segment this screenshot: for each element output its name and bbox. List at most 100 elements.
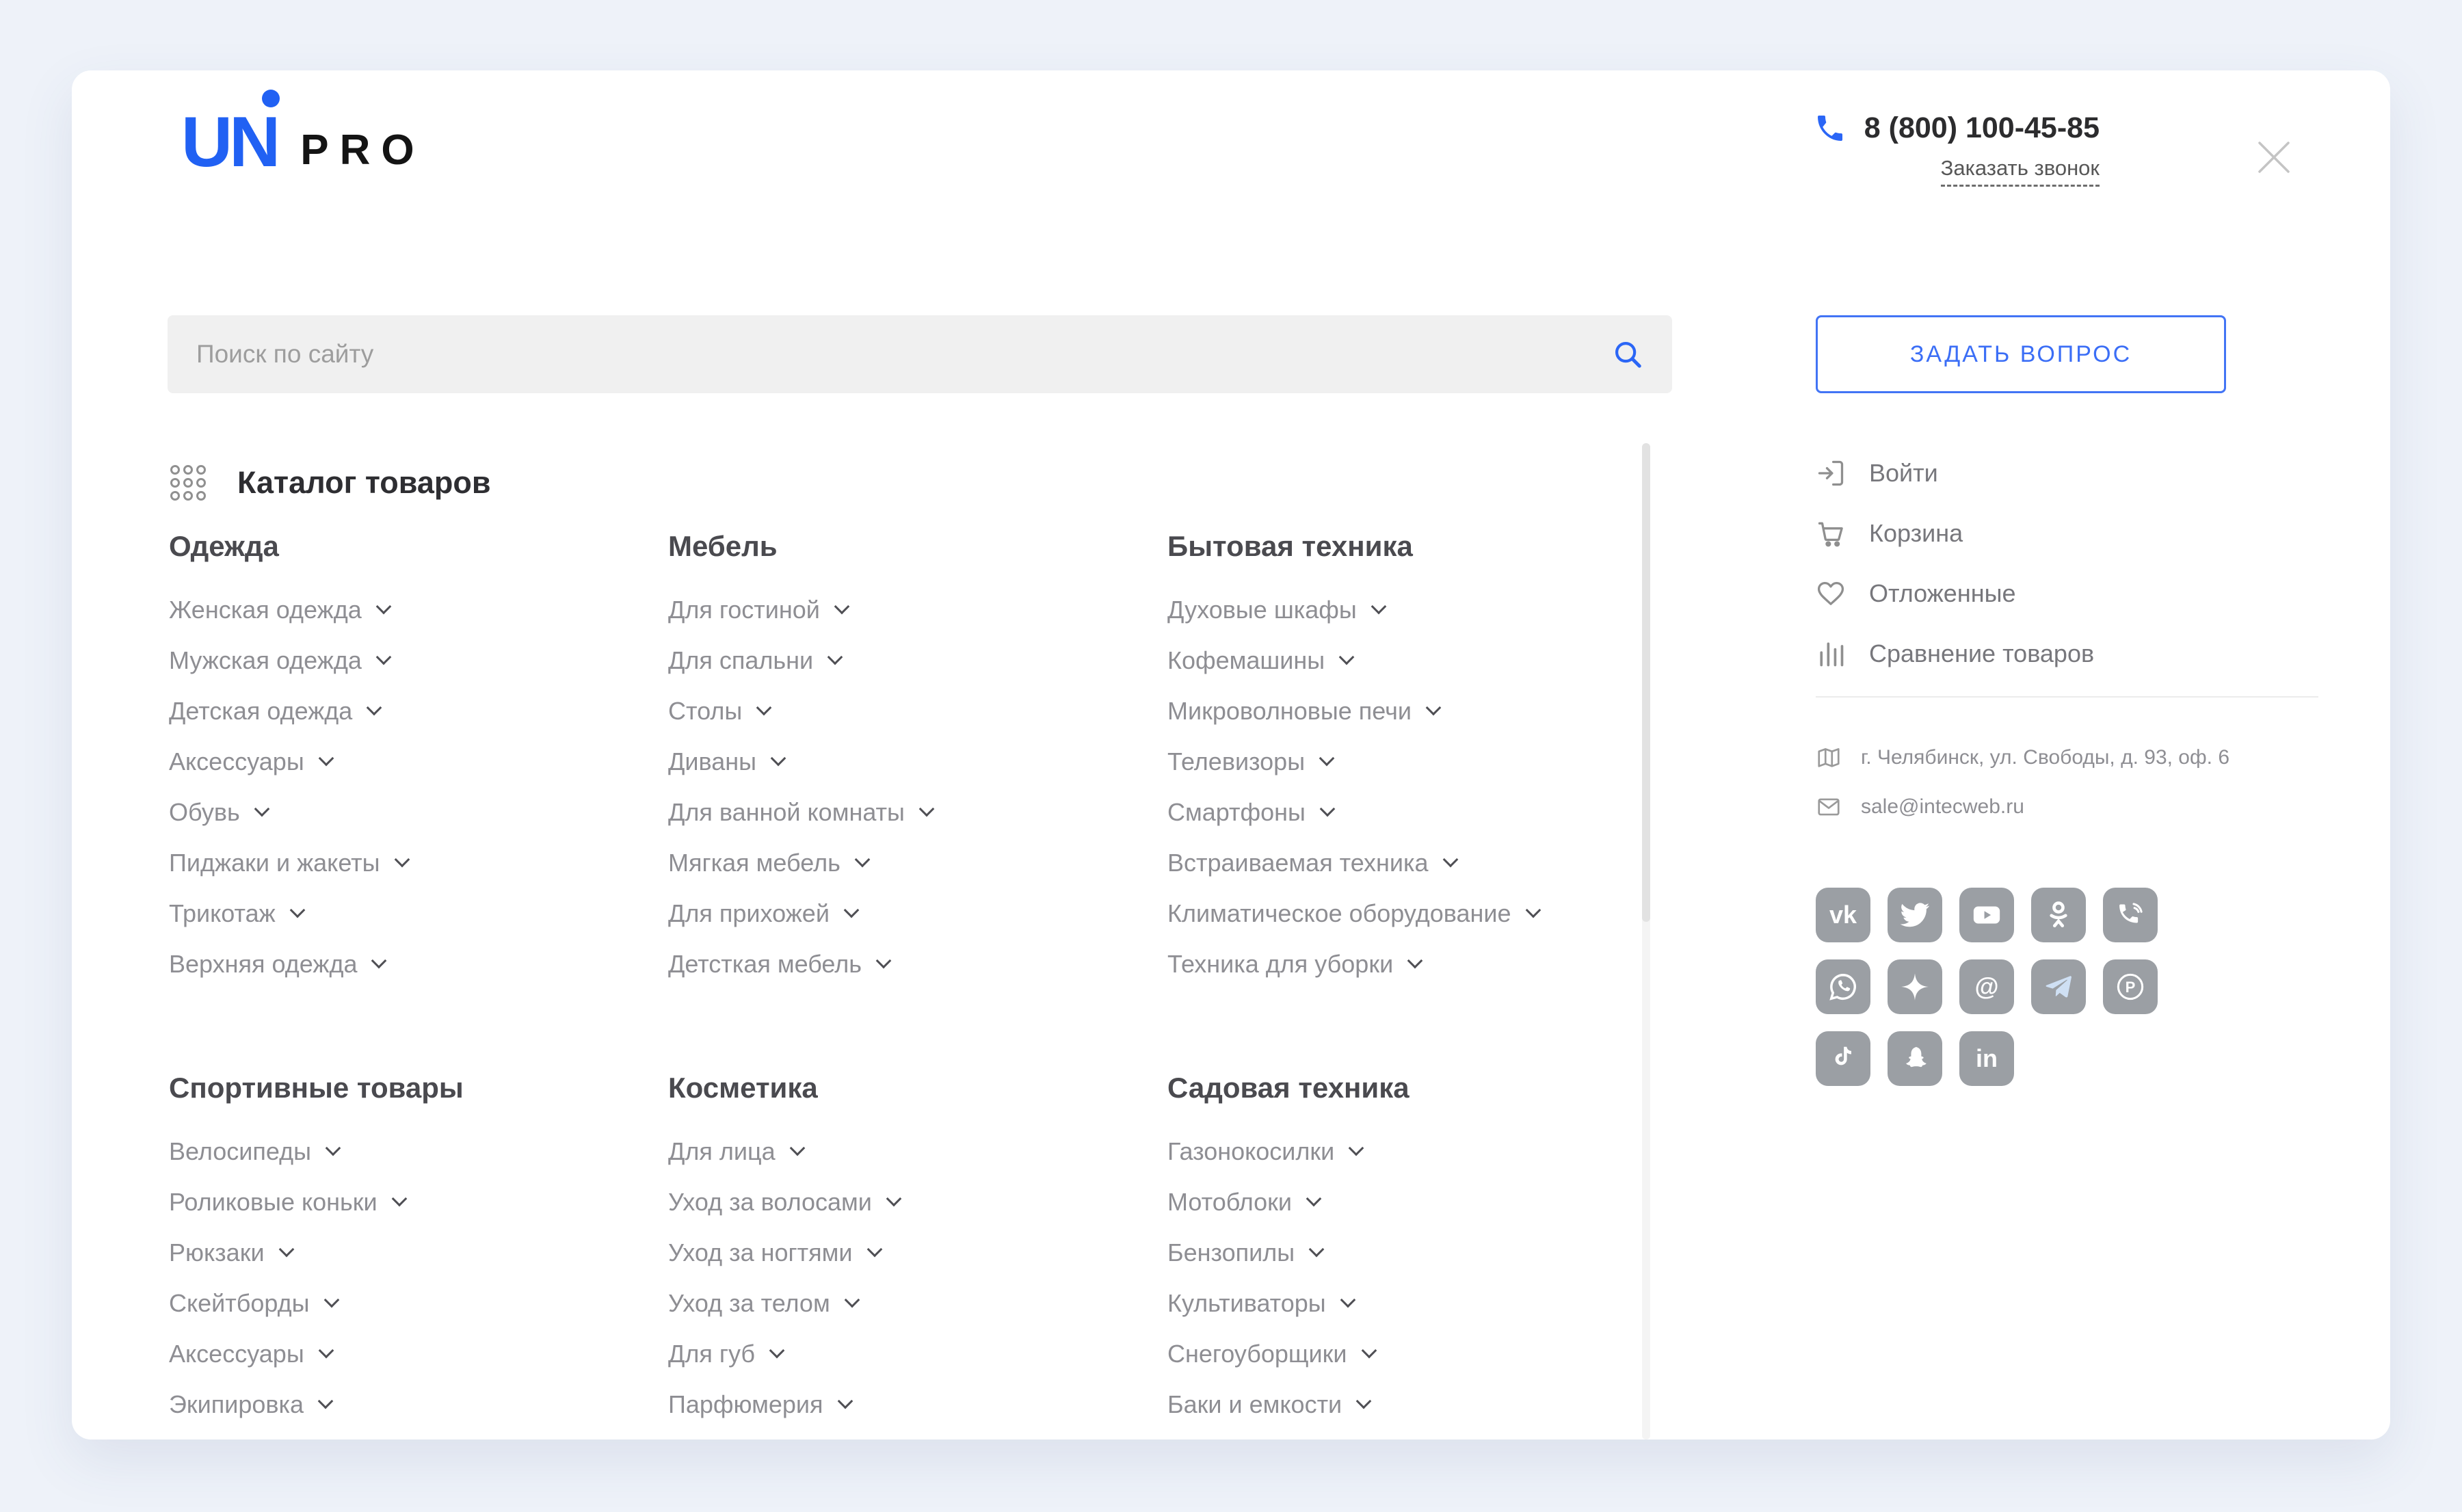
category-link[interactable]: Уход за ногтями (668, 1228, 1126, 1278)
category-link-label: Велосипеды (169, 1137, 311, 1166)
category-link[interactable]: Верхняя одежда (169, 939, 627, 990)
chevron-down-icon (1525, 903, 1541, 918)
catalog-section-cosmetics: Косметика Для лицаУход за волосамиУход з… (668, 1072, 1126, 1430)
category-link-label: Снегоуборщики (1167, 1340, 1347, 1368)
category-link[interactable]: Для гостиной (668, 585, 1126, 635)
category-link[interactable]: Скейтборды (169, 1278, 627, 1329)
search-input[interactable] (196, 340, 1612, 369)
chevron-down-icon (318, 751, 334, 767)
category-link-label: Женская одежда (169, 596, 362, 624)
category-link[interactable]: Духовые шкафы (1167, 585, 1626, 635)
twitter-icon[interactable] (1888, 888, 1942, 942)
category-link-label: Для спальни (668, 646, 813, 675)
category-link[interactable]: Телевизоры (1167, 737, 1626, 787)
mailru-icon[interactable]: @ (1959, 959, 2014, 1014)
category-link-label: Техника для уборки (1167, 950, 1393, 979)
category-link[interactable]: Для губ (668, 1329, 1126, 1379)
category-link[interactable]: Кофемашины (1167, 635, 1626, 686)
category-link[interactable]: Бензопилы (1167, 1228, 1626, 1278)
linkedin-icon[interactable]: in (1959, 1031, 2014, 1086)
category-link[interactable]: Смартфоны (1167, 787, 1626, 838)
cart-link[interactable]: Корзина (1816, 503, 2322, 563)
youtube-icon[interactable] (1959, 888, 2014, 942)
close-icon[interactable] (2250, 133, 2298, 181)
category-link[interactable]: Роликовые коньки (169, 1177, 627, 1228)
request-callback-link[interactable]: Заказать звонок (1941, 156, 2100, 187)
chevron-down-icon (376, 650, 392, 665)
right-sidebar: Войти Корзина Отложенные Сравнение товар… (1816, 443, 2322, 1086)
logo-dot (262, 90, 280, 107)
category-link[interactable]: Климатическое оборудование (1167, 888, 1626, 939)
category-link[interactable]: Культиваторы (1167, 1278, 1626, 1329)
category-link[interactable]: Уход за волосами (668, 1177, 1126, 1228)
category-link[interactable]: Мужская одежда (169, 635, 627, 686)
category-link[interactable]: Велосипеды (169, 1126, 627, 1177)
phone-number[interactable]: 8 (800) 100-45-85 (1864, 111, 2100, 145)
chevron-down-icon (844, 1292, 860, 1308)
category-link[interactable]: Баки и емкости (1167, 1379, 1626, 1430)
category-link[interactable]: Техника для уборки (1167, 939, 1626, 990)
yandex-zen-icon[interactable] (1888, 959, 1942, 1014)
site-logo[interactable]: UN PRO (181, 113, 425, 172)
tiktok-icon[interactable] (1816, 1031, 1870, 1086)
chevron-down-icon (1306, 1191, 1322, 1207)
category-link[interactable]: Снегоуборщики (1167, 1329, 1626, 1379)
category-link[interactable]: Мотоблоки (1167, 1177, 1626, 1228)
compare-bars-icon (1816, 639, 1846, 669)
category-link-label: Для ванной комнаты (668, 798, 905, 827)
cart-icon (1816, 518, 1846, 548)
category-link[interactable]: Микроволновые печи (1167, 686, 1626, 737)
category-link[interactable]: Мягкая мебель (668, 838, 1126, 888)
favorites-link[interactable]: Отложенные (1816, 563, 2322, 624)
category-link-label: Бензопилы (1167, 1238, 1295, 1267)
chevron-down-icon (1407, 953, 1423, 969)
category-link-label: Для лица (668, 1137, 776, 1166)
category-link[interactable]: Женская одежда (169, 585, 627, 635)
category-link[interactable]: Детская одежда (169, 686, 627, 737)
pinterest-icon[interactable]: P (2103, 959, 2158, 1014)
category-link-label: Встраиваемая техника (1167, 849, 1429, 877)
category-link[interactable]: Столы (668, 686, 1126, 737)
store-email[interactable]: sale@intecweb.ru (1861, 795, 2024, 819)
chevron-down-icon (1361, 1343, 1377, 1359)
login-link[interactable]: Войти (1816, 443, 2322, 503)
category-link[interactable]: Экипировка (169, 1379, 627, 1430)
category-link[interactable]: Газонокосилки (1167, 1126, 1626, 1177)
category-link[interactable]: Для лица (668, 1126, 1126, 1177)
chevron-down-icon (886, 1191, 902, 1207)
ask-question-button[interactable]: ЗАДАТЬ ВОПРОС (1816, 315, 2226, 393)
category-link[interactable]: Аксессуары (169, 1329, 627, 1379)
category-link-label: Пиджаки и жакеты (169, 849, 380, 877)
category-link[interactable]: Обувь (169, 787, 627, 838)
telegram-icon[interactable] (2031, 959, 2086, 1014)
chevron-down-icon (844, 903, 860, 918)
chevron-down-icon (375, 599, 391, 615)
category-link-label: Уход за телом (668, 1289, 830, 1318)
snapchat-icon[interactable] (1888, 1031, 1942, 1086)
chevron-down-icon (769, 1343, 785, 1359)
category-link[interactable]: Рюкзаки (169, 1228, 627, 1278)
chevron-down-icon (876, 953, 892, 969)
compare-link[interactable]: Сравнение товаров (1816, 624, 2322, 684)
category-link-label: Мягкая мебель (668, 849, 840, 877)
category-link[interactable]: Пиджаки и жакеты (169, 838, 627, 888)
category-link-label: Роликовые коньки (169, 1188, 378, 1217)
whatsapp-icon[interactable] (1816, 959, 1870, 1014)
category-link[interactable]: Для ванной комнаты (668, 787, 1126, 838)
search-icon[interactable] (1612, 339, 1643, 370)
category-link[interactable]: Парфюмерия (668, 1379, 1126, 1430)
category-link[interactable]: Диваны (668, 737, 1126, 787)
vk-icon[interactable]: vk (1816, 888, 1870, 942)
page-background: { "colors": { "accent": "#2b66f6", "page… (0, 0, 2462, 1512)
category-link[interactable]: Для спальни (668, 635, 1126, 686)
scrollbar-thumb[interactable] (1642, 443, 1650, 922)
category-link[interactable]: Трикотаж (169, 888, 627, 939)
category-link[interactable]: Для прихожей (668, 888, 1126, 939)
category-link[interactable]: Встраиваемая техника (1167, 838, 1626, 888)
category-link[interactable]: Уход за телом (668, 1278, 1126, 1329)
odnoklassniki-icon[interactable] (2031, 888, 2086, 942)
category-title: Бытовая техника (1167, 530, 1626, 563)
category-link[interactable]: Детсткая мебель (668, 939, 1126, 990)
viber-icon[interactable] (2103, 888, 2158, 942)
category-link[interactable]: Аксессуары (169, 737, 627, 787)
